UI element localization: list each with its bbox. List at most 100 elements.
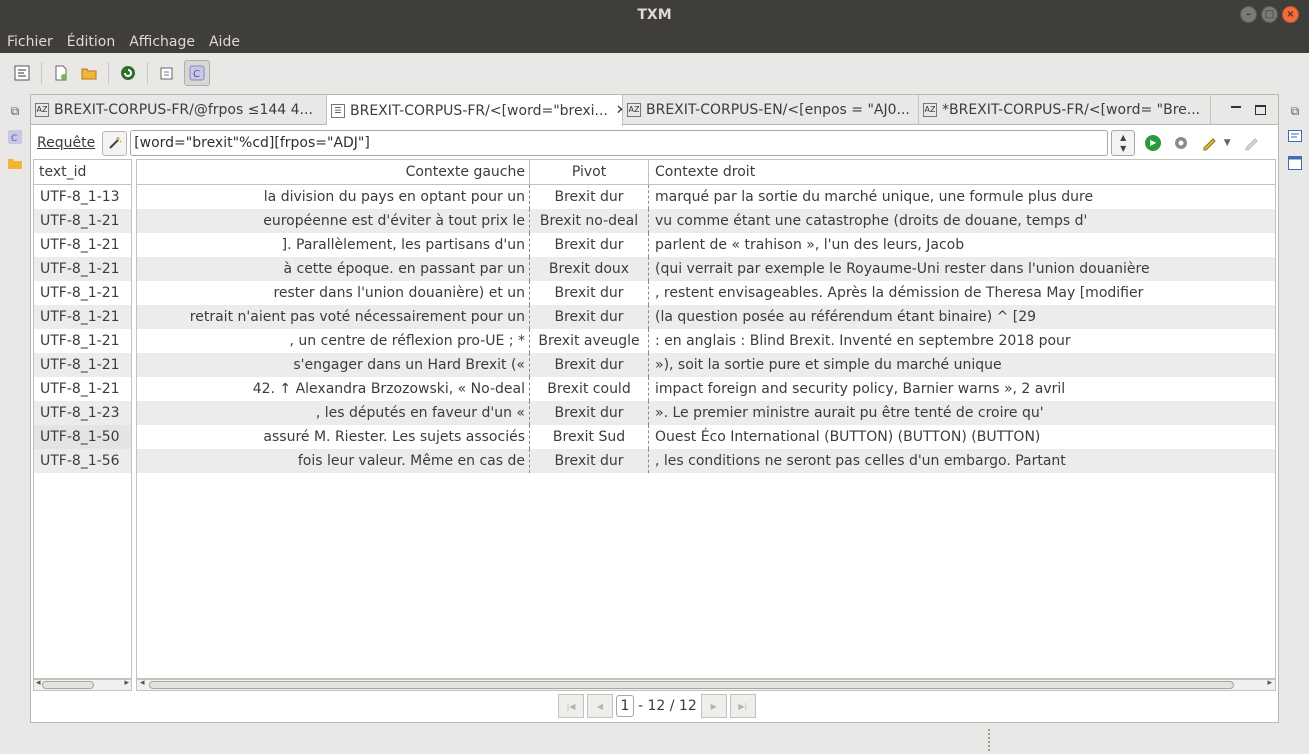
highlight-pencil-icon[interactable]	[1199, 133, 1219, 153]
table-row[interactable]: européenne est d'éviter à tout prix le Br…	[137, 209, 1275, 233]
scrollbar-thumb[interactable]	[42, 681, 94, 689]
table-row[interactable]: UTF-8_1-21	[34, 281, 131, 305]
last-page-button[interactable]: ▶|	[729, 694, 756, 718]
toolbar-separator	[147, 62, 148, 84]
open-folder-icon[interactable]	[78, 62, 100, 84]
maximize-window-icon[interactable]: □	[1261, 6, 1278, 23]
console-view-icon[interactable]	[1287, 129, 1303, 145]
previous-page-button[interactable]: ◀	[587, 694, 613, 718]
table-row[interactable]: UTF-8_1-21	[34, 209, 131, 233]
concordance-horizontal-scrollbar[interactable]: ◂ ▸	[136, 678, 1276, 691]
table-row[interactable]: retrait n'aient pas voté nécessairement …	[137, 305, 1275, 329]
concordance-view-icon[interactable]: C	[7, 129, 23, 145]
tab-concordance-fr[interactable]: ☰ BREXIT-CORPUS-FR/<[word="brexi... ✕	[327, 95, 623, 126]
pagination: |◀ ◀ 1 - 12 / 12 ▶ ▶|	[558, 693, 759, 719]
settings-gear-icon[interactable]	[1171, 133, 1191, 153]
text-id-cell: UTF-8_1-21	[40, 213, 120, 229]
concordance-perspective-icon[interactable]: C	[184, 60, 210, 86]
toolbar-separator	[108, 62, 109, 84]
disabled-edit-icon	[1241, 133, 1261, 153]
tab-lexicon-en[interactable]: AZ BREXIT-CORPUS-EN/<[enpos = "AJ0...	[623, 95, 919, 125]
column-header-left-context[interactable]: Contexte gauche	[137, 160, 530, 184]
table-row[interactable]: UTF-8_1-21	[34, 353, 131, 377]
column-header-text-id[interactable]: text_id	[34, 160, 90, 184]
close-window-icon[interactable]: ×	[1282, 6, 1299, 23]
table-row[interactable]: fois leur valeur. Même en cas de Brexit d…	[137, 449, 1275, 473]
scroll-left-arrow-icon[interactable]: ◂	[36, 678, 41, 688]
table-row[interactable]: 42. ↑ Alexandra Brzozowski, « No-deal Bre…	[137, 377, 1275, 401]
text-id-cell: UTF-8_1-21	[40, 237, 120, 253]
table-row[interactable]: à cette époque. en passant par un Brexit …	[137, 257, 1275, 281]
restore-view-icon[interactable]: ⧉	[7, 103, 23, 119]
table-row[interactable]: UTF-8_1-13	[34, 185, 131, 209]
lexicon-az-icon: AZ	[35, 103, 49, 117]
refresh-icon[interactable]	[117, 62, 139, 84]
dropdown-arrow-icon[interactable]: ▼	[1221, 133, 1233, 153]
table-row[interactable]: UTF-8_1-50	[34, 425, 131, 449]
query-label: Requête	[37, 135, 96, 151]
table-row[interactable]: UTF-8_1-21	[34, 257, 131, 281]
page-number-input[interactable]: 1	[616, 695, 634, 717]
left-context-cell: , les députés en faveur d'un «	[137, 401, 530, 425]
column-header-right-context[interactable]: Contexte droit	[649, 160, 1275, 184]
menu-aide[interactable]: Aide	[209, 34, 240, 50]
table-row[interactable]: UTF-8_1-21	[34, 233, 131, 257]
text-id-cell: UTF-8_1-21	[40, 261, 120, 277]
query-row: Requête ▲▼ ▶ ▼	[31, 129, 1278, 157]
run-query-button[interactable]: ▶	[1143, 133, 1163, 153]
toolbar-separator	[41, 62, 42, 84]
table-row[interactable]: UTF-8_1-21	[34, 305, 131, 329]
status-bar	[0, 727, 1309, 754]
menu-edition[interactable]: Édition	[67, 34, 115, 50]
table-header: Contexte gauche Pivot Contexte droit	[137, 160, 1275, 185]
table-row[interactable]: ]. Parallèlement, les partisans d'un Brex…	[137, 233, 1275, 257]
scroll-right-arrow-icon[interactable]: ▸	[124, 678, 129, 688]
scrollbar-thumb[interactable]	[149, 681, 1234, 689]
query-assistant-button[interactable]	[102, 130, 128, 156]
import-corpus-icon[interactable]	[156, 62, 178, 84]
table-row[interactable]: assuré M. Riester. Les sujets associés Br…	[137, 425, 1275, 449]
concordance-table: Contexte gauche Pivot Contexte droit la …	[136, 159, 1276, 679]
scroll-right-arrow-icon[interactable]: ▸	[1267, 678, 1272, 688]
table-row[interactable]: la division du pays en optant pour un Bre…	[137, 185, 1275, 209]
table-row[interactable]: UTF-8_1-21	[34, 377, 131, 401]
close-tab-icon[interactable]: ✕	[616, 103, 622, 118]
table-row[interactable]: UTF-8_1-21	[34, 329, 131, 353]
text-id-cell: UTF-8_1-23	[40, 405, 120, 421]
right-context-cell: (la question posée au référendum étant b…	[655, 309, 1037, 325]
right-context-cell: »), soit la sortie pure et simple du mar…	[655, 357, 1002, 373]
query-history-spinner[interactable]: ▲ ▼	[1111, 130, 1136, 156]
minimize-editor-icon[interactable]	[1231, 105, 1241, 108]
table-row[interactable]: UTF-8_1-56	[34, 449, 131, 473]
right-context-cell: (qui verrait par exemple le Royaume-Uni …	[655, 261, 1150, 277]
query-input[interactable]	[130, 130, 1109, 156]
next-page-button[interactable]: ▶	[700, 694, 727, 718]
tab-lexicon-fr-word[interactable]: AZ *BREXIT-CORPUS-FR/<[word= "Bre...	[919, 95, 1211, 125]
folder-view-icon[interactable]	[7, 155, 23, 171]
menu-affichage[interactable]: Affichage	[129, 34, 195, 50]
maximize-editor-icon[interactable]	[1255, 104, 1266, 115]
table-row[interactable]: s'engager dans un Hard Brexit (« Brexit d…	[137, 353, 1275, 377]
table-row[interactable]: , les députés en faveur d'un «Brexit dur…	[137, 401, 1275, 425]
text-id-cell: UTF-8_1-21	[40, 357, 120, 373]
corpus-view-icon[interactable]	[11, 62, 33, 84]
minimize-window-icon[interactable]: –	[1240, 6, 1257, 23]
lexicon-az-icon: AZ	[627, 103, 641, 117]
table-row[interactable]: rester dans l'union douanière) et un Brex…	[137, 281, 1275, 305]
text-id-horizontal-scrollbar[interactable]: ◂ ▸	[33, 678, 132, 691]
scroll-left-arrow-icon[interactable]: ◂	[140, 678, 145, 688]
table-row[interactable]: UTF-8_1-23	[34, 401, 131, 425]
left-context-cell: assuré M. Riester. Les sujets associés	[137, 425, 530, 449]
window-view-icon[interactable]	[1287, 155, 1303, 171]
text-id-cell: UTF-8_1-56	[40, 453, 120, 469]
column-header-pivot[interactable]: Pivot	[530, 160, 649, 184]
table-row[interactable]: , un centre de réflexion pro-UE ; * Brexi…	[137, 329, 1275, 353]
menu-fichier[interactable]: Fichier	[7, 34, 53, 50]
text-id-cell: UTF-8_1-21	[40, 333, 120, 349]
restore-view-icon[interactable]: ⧉	[1287, 103, 1303, 119]
tab-lexicon-fr[interactable]: AZ BREXIT-CORPUS-FR/@frpos ≤144 4...	[31, 95, 327, 125]
left-context-cell: à cette époque. en passant par un	[137, 257, 530, 281]
editor-tabs: AZ BREXIT-CORPUS-FR/@frpos ≤144 4... ☰ B…	[31, 95, 1278, 126]
new-file-icon[interactable]	[50, 62, 72, 84]
first-page-button[interactable]: |◀	[558, 694, 584, 718]
